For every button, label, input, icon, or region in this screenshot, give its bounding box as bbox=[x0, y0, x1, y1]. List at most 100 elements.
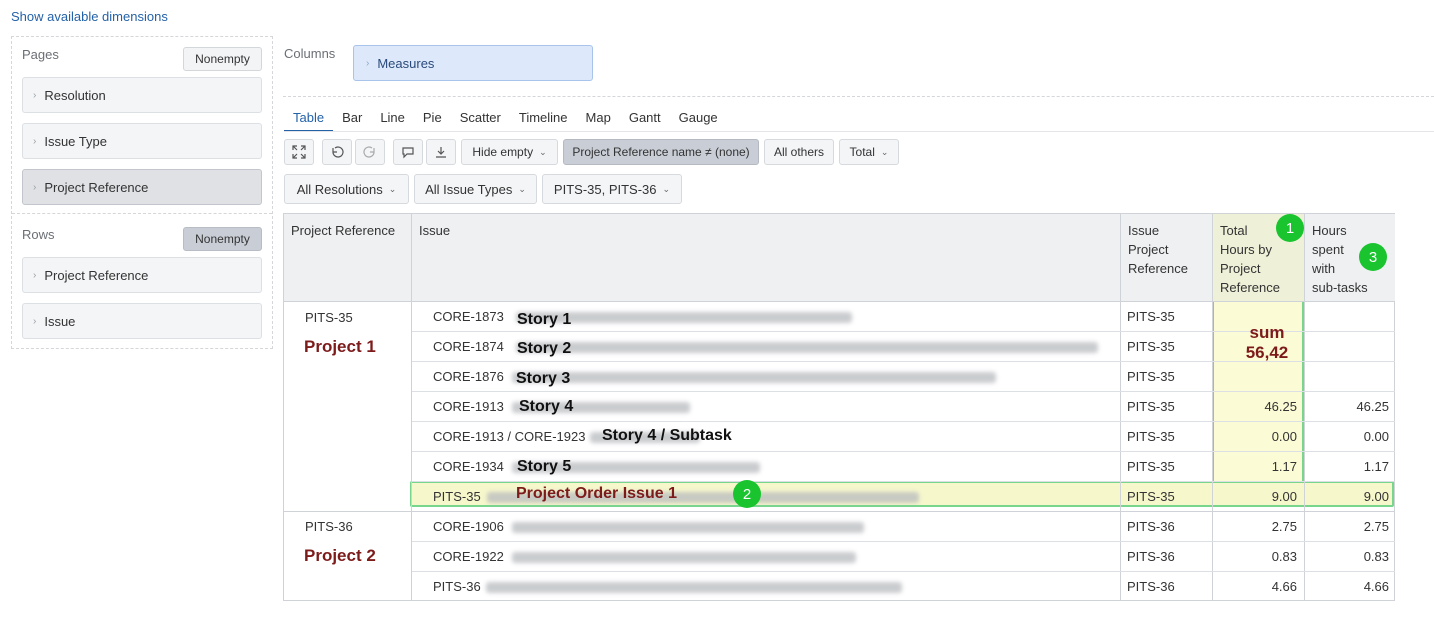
page-dimension-resolution[interactable]: › Resolution bbox=[22, 77, 262, 113]
redacted-summary bbox=[516, 342, 1098, 353]
group-project-reference[interactable]: PITS-36 bbox=[305, 519, 353, 534]
redacted-summary bbox=[512, 372, 996, 383]
issue-key[interactable]: CORE-1876 bbox=[433, 369, 504, 384]
page-dimension-issue-type[interactable]: › Issue Type bbox=[22, 123, 262, 159]
row-dimension-issue[interactable]: › Issue bbox=[22, 303, 262, 339]
issue-key[interactable]: PITS-36 bbox=[433, 579, 481, 594]
redo-icon bbox=[363, 146, 375, 158]
rows-nonempty-button[interactable]: Nonempty bbox=[183, 227, 262, 251]
tab-gauge[interactable]: Gauge bbox=[670, 110, 727, 132]
tab-line[interactable]: Line bbox=[371, 110, 414, 132]
total-label: Total bbox=[849, 145, 875, 159]
pages-nonempty-button[interactable]: Nonempty bbox=[183, 47, 262, 71]
issue-key[interactable]: CORE-1934 bbox=[433, 459, 504, 474]
tab-timeline[interactable]: Timeline bbox=[510, 110, 577, 132]
expand-button[interactable] bbox=[284, 139, 314, 165]
report-table: Project Reference Issue Issue Project Re… bbox=[283, 213, 1395, 601]
chevron-right-icon: › bbox=[33, 315, 37, 327]
row-divider bbox=[412, 391, 1395, 392]
subtask-hours-value: 2.75 bbox=[1363, 519, 1389, 534]
undo-icon bbox=[332, 146, 344, 158]
issue-project-reference: PITS-35 bbox=[1127, 429, 1175, 444]
issue-key[interactable]: CORE-1913 / CORE-1923 bbox=[433, 429, 585, 444]
comment-button[interactable] bbox=[393, 139, 423, 165]
header-issue[interactable]: Issue bbox=[412, 214, 1121, 301]
panel-divider bbox=[12, 213, 272, 214]
row-divider bbox=[412, 481, 1395, 482]
resolutions-filter-label: All Resolutions bbox=[296, 181, 383, 197]
header-line: Hours by bbox=[1220, 242, 1273, 257]
download-button[interactable] bbox=[426, 139, 456, 165]
dimension-label: Project Reference bbox=[44, 267, 149, 283]
show-available-dimensions-link[interactable]: Show available dimensions bbox=[11, 9, 168, 24]
story-annotation: Story 5 bbox=[517, 458, 572, 475]
chevron-down-icon: ⌄ bbox=[662, 183, 671, 194]
total-hours-value: 9.00 bbox=[1271, 489, 1297, 504]
redacted-summary bbox=[512, 552, 856, 563]
issue-key[interactable]: PITS-35 bbox=[433, 489, 481, 504]
columns-divider bbox=[283, 96, 1434, 97]
subtask-hours-value: 4.66 bbox=[1363, 579, 1389, 594]
chevron-down-icon: ⌄ bbox=[539, 146, 547, 157]
issue-project-reference: PITS-35 bbox=[1127, 309, 1175, 324]
chevron-down-icon: ⌄ bbox=[388, 183, 397, 194]
issue-key[interactable]: CORE-1922 bbox=[433, 549, 504, 564]
header-line: Project bbox=[1220, 261, 1261, 276]
dimensions-panel: Pages Nonempty › Resolution › Issue Type… bbox=[11, 36, 273, 349]
issue-project-reference: PITS-35 bbox=[1127, 399, 1175, 414]
project-annotation: Project 1 bbox=[304, 337, 376, 356]
chevron-right-icon: › bbox=[33, 181, 37, 193]
tab-scatter[interactable]: Scatter bbox=[451, 110, 510, 132]
project-reference-filter[interactable]: Project Reference name ≠ (none) bbox=[563, 139, 759, 165]
issue-key[interactable]: CORE-1913 bbox=[433, 399, 504, 414]
columns-dimension-measures[interactable]: › Measures bbox=[353, 45, 593, 81]
chevron-right-icon: › bbox=[33, 89, 37, 101]
issue-project-reference: PITS-36 bbox=[1127, 579, 1175, 594]
tab-gantt[interactable]: Gantt bbox=[620, 110, 670, 132]
header-issue-project-reference[interactable]: Issue Project Reference bbox=[1121, 214, 1213, 301]
all-others-button[interactable]: All others bbox=[764, 139, 834, 165]
projects-filter-dropdown[interactable]: PITS-35, PITS-36 ⌄ bbox=[542, 174, 682, 204]
download-icon bbox=[436, 147, 446, 158]
tab-pie[interactable]: Pie bbox=[414, 110, 451, 132]
tab-map[interactable]: Map bbox=[577, 110, 620, 132]
hide-empty-label: Hide empty bbox=[472, 145, 534, 159]
group-project-reference[interactable]: PITS-35 bbox=[305, 310, 353, 325]
tab-bar[interactable]: Bar bbox=[333, 110, 371, 132]
header-project-reference[interactable]: Project Reference bbox=[284, 214, 412, 301]
dimension-label: Issue Type bbox=[44, 133, 107, 149]
issue-key[interactable]: CORE-1873 bbox=[433, 309, 504, 324]
row-dimension-project-reference[interactable]: › Project Reference bbox=[22, 257, 262, 293]
issue-types-filter-dropdown[interactable]: All Issue Types ⌄ bbox=[414, 174, 537, 204]
issue-key[interactable]: CORE-1906 bbox=[433, 519, 504, 534]
rows-label: Rows bbox=[22, 227, 55, 242]
redo-button[interactable] bbox=[355, 139, 385, 165]
total-dropdown[interactable]: Total ⌄ bbox=[839, 139, 899, 165]
subtask-hours-value: 9.00 bbox=[1363, 489, 1389, 504]
hide-empty-dropdown[interactable]: Hide empty ⌄ bbox=[461, 139, 558, 165]
redacted-summary bbox=[486, 582, 902, 593]
header-line: Project bbox=[1128, 242, 1169, 257]
subtask-hours-value: 46.25 bbox=[1356, 399, 1389, 414]
tab-table[interactable]: Table bbox=[284, 110, 334, 132]
pages-label: Pages bbox=[22, 47, 59, 62]
annotation-badge-3: 3 bbox=[1359, 243, 1387, 271]
resolutions-filter-dropdown[interactable]: All Resolutions ⌄ bbox=[284, 174, 409, 204]
issue-project-reference: PITS-35 bbox=[1127, 459, 1175, 474]
chevron-right-icon: › bbox=[33, 135, 37, 147]
row-divider bbox=[412, 571, 1395, 572]
undo-button[interactable] bbox=[322, 139, 352, 165]
issue-key[interactable]: CORE-1874 bbox=[433, 339, 504, 354]
chevron-right-icon: › bbox=[366, 57, 370, 69]
annotation-badge-2: 2 bbox=[733, 480, 761, 508]
issue-project-reference: PITS-36 bbox=[1127, 519, 1175, 534]
header-line: Issue bbox=[1128, 223, 1160, 238]
dimension-label: Resolution bbox=[44, 87, 106, 103]
page-dimension-project-reference[interactable]: › Project Reference bbox=[22, 169, 262, 205]
header-line: Reference bbox=[1220, 280, 1280, 295]
sum-label: sum bbox=[1249, 323, 1285, 342]
subtask-hours-value: 1.17 bbox=[1363, 459, 1389, 474]
story-annotation: Project Order Issue 1 bbox=[516, 485, 677, 502]
issue-project-reference: PITS-35 bbox=[1127, 489, 1175, 504]
total-hours-value: 1.17 bbox=[1271, 459, 1297, 474]
